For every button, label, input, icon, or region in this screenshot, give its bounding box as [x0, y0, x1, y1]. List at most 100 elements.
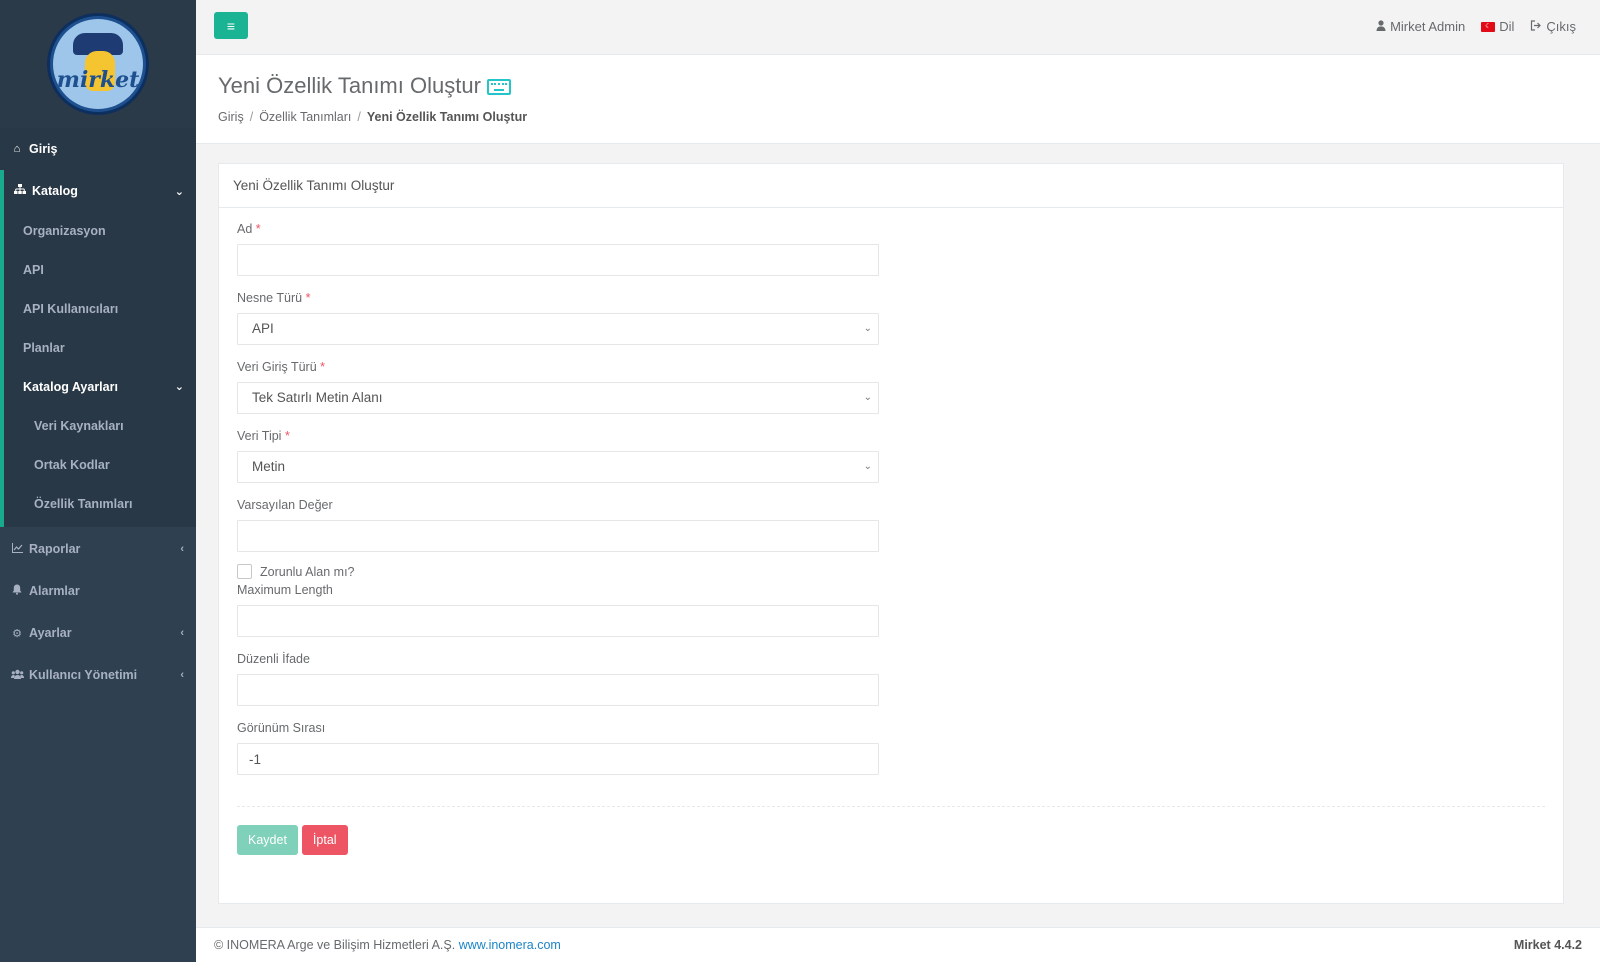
name-input[interactable] [237, 244, 879, 276]
top-navbar: ≡ Mirket Admin ☾ Dil Çıkış [196, 0, 1600, 55]
menu-toggle-button[interactable]: ≡ [214, 12, 248, 39]
sitemap-icon [13, 184, 27, 198]
sidebar-item-organization[interactable]: Organizasyon [4, 212, 196, 251]
language-label: Dil [1499, 19, 1515, 34]
object-type-select[interactable]: API ⌄ [237, 313, 879, 345]
panel-title: Yeni Özellik Tanımı Oluştur [219, 164, 1563, 208]
sign-out-icon [1530, 19, 1542, 34]
sidebar-item-user-management[interactable]: Kullanıcı Yönetimi ‹ [0, 654, 196, 696]
sidebar-item-catalog-settings[interactable]: Katalog Ayarları ⌄ [4, 368, 196, 407]
sidebar-item-reports[interactable]: Raporlar ‹ [0, 528, 196, 570]
sidebar-item-home[interactable]: ⌂ Giriş [0, 128, 196, 170]
data-type-group: Veri Tipi * Metin ⌄ [237, 429, 1545, 483]
required-checkbox-row: Zorunlu Alan mı? [237, 564, 1545, 579]
user-icon [1376, 19, 1386, 34]
page-heading: Yeni Özellik Tanımı Oluştur Giriş / Özel… [196, 55, 1600, 144]
gears-icon: ⚙ [12, 627, 22, 640]
chevron-down-icon: ⌄ [174, 185, 184, 198]
logo-text: mirket [56, 67, 140, 93]
sidebar-item-label: Alarmlar [29, 584, 80, 598]
cancel-button[interactable]: İptal [301, 825, 348, 855]
chevron-down-icon: ⌄ [174, 381, 184, 393]
bell-icon [10, 584, 24, 598]
form-panel: Yeni Özellik Tanımı Oluştur Ad * Nesne T… [218, 163, 1564, 904]
sidebar-item-property-definitions[interactable]: Özellik Tanımları [4, 485, 196, 527]
default-value-group: Varsayılan Değer [237, 498, 1545, 552]
sidebar-item-label: Katalog Ayarları [23, 380, 118, 394]
regex-input[interactable] [237, 674, 879, 706]
breadcrumb: Giriş / Özellik Tanımları / Yeni Özellik… [218, 110, 528, 124]
turkish-flag-icon: ☾ [1481, 21, 1496, 32]
home-icon: ⌂ [13, 143, 21, 155]
keyboard-icon[interactable] [486, 79, 511, 95]
object-type-label: Nesne Türü [237, 291, 303, 305]
page-title: Yeni Özellik Tanımı Oluştur [218, 73, 481, 98]
sidebar-item-api[interactable]: API [4, 251, 196, 290]
sidebar-item-data-sources[interactable]: Veri Kaynakları [4, 407, 196, 446]
input-type-label: Veri Giriş Türü [237, 360, 317, 374]
data-type-label: Veri Tipi [237, 429, 282, 443]
sidebar: mirket ⌂ Giriş Katalog ⌄ Organizasyon AP… [0, 0, 196, 962]
divider [237, 806, 1545, 807]
display-order-group: Görünüm Sırası [237, 721, 1545, 775]
input-type-select[interactable]: Tek Satırlı Metin Alanı ⌄ [237, 382, 879, 414]
user-menu[interactable]: Mirket Admin [1376, 19, 1465, 34]
save-button[interactable]: Kaydet [237, 825, 298, 855]
max-length-input[interactable] [237, 605, 879, 637]
required-checkbox[interactable] [237, 564, 252, 579]
sidebar-item-settings[interactable]: ⚙ Ayarlar ‹ [0, 612, 196, 654]
required-marker: * [320, 360, 326, 374]
sidebar-item-alarms[interactable]: Alarmlar [0, 570, 196, 612]
chevron-left-icon: ‹ [180, 669, 184, 681]
chevron-down-icon: ⌄ [863, 461, 872, 472]
data-type-select[interactable]: Metin ⌄ [237, 451, 879, 483]
sidebar-item-plans[interactable]: Planlar [4, 329, 196, 368]
sidebar-item-label: Raporlar [29, 542, 81, 556]
users-icon [10, 669, 24, 682]
display-order-input[interactable] [237, 743, 879, 775]
max-length-group: Maximum Length [237, 583, 1545, 637]
form-body: Ad * Nesne Türü * API ⌄ Veri Giriş Türü … [219, 208, 1563, 869]
chart-icon [10, 542, 24, 556]
hamburger-icon: ≡ [226, 17, 236, 34]
required-checkbox-label: Zorunlu Alan mı? [260, 564, 355, 579]
sidebar-item-label: Katalog [32, 184, 78, 198]
top-right-menu: Mirket Admin ☾ Dil Çıkış [1376, 19, 1576, 34]
regex-group: Düzenli İfade [237, 652, 1545, 706]
required-marker: * [284, 429, 290, 443]
sidebar-item-label: Ayarlar [29, 626, 72, 640]
breadcrumb-current: Yeni Özellik Tanımı Oluştur [366, 110, 528, 124]
mirket-logo[interactable]: mirket [47, 13, 149, 115]
version-label: Mirket 4.4.2 [1513, 938, 1582, 952]
copyright-text: © INOMERA Arge ve Bilişim Hizmetleri A.Ş… [214, 938, 456, 952]
logo-area: mirket [0, 0, 196, 128]
object-type-value: API [252, 321, 274, 336]
required-marker: * [305, 291, 311, 305]
object-type-group: Nesne Türü * API ⌄ [237, 291, 1545, 345]
chevron-down-icon: ⌄ [863, 392, 872, 403]
breadcrumb-property-definitions[interactable]: Özellik Tanımları [259, 110, 351, 124]
chevron-left-icon: ‹ [180, 543, 184, 555]
data-type-value: Metin [252, 459, 286, 474]
max-length-label: Maximum Length [237, 583, 333, 597]
sidebar-item-common-codes[interactable]: Ortak Kodlar [4, 446, 196, 485]
sidebar-item-catalog[interactable]: Katalog ⌄ [4, 170, 196, 212]
chevron-down-icon: ⌄ [863, 323, 872, 334]
sidebar-item-api-users[interactable]: API Kullanıcıları [4, 290, 196, 329]
language-menu[interactable]: ☾ Dil [1481, 19, 1514, 34]
company-link[interactable]: www.inomera.com [459, 938, 561, 952]
form-actions: Kaydet İptal [237, 825, 1545, 855]
regex-label: Düzenli İfade [237, 652, 310, 666]
default-value-input[interactable] [237, 520, 879, 552]
display-order-label: Görünüm Sırası [237, 721, 326, 735]
default-value-label: Varsayılan Değer [237, 498, 333, 512]
logout-link[interactable]: Çıkış [1530, 19, 1576, 34]
name-label: Ad [237, 222, 253, 236]
sidebar-item-label: Kullanıcı Yönetimi [29, 668, 138, 682]
user-name: Mirket Admin [1390, 19, 1466, 34]
chevron-left-icon: ‹ [180, 627, 184, 639]
sidebar-item-label: Giriş [29, 142, 58, 156]
breadcrumb-home[interactable]: Giriş [218, 110, 244, 124]
logout-label: Çıkış [1546, 19, 1576, 34]
name-group: Ad * [237, 222, 1545, 276]
